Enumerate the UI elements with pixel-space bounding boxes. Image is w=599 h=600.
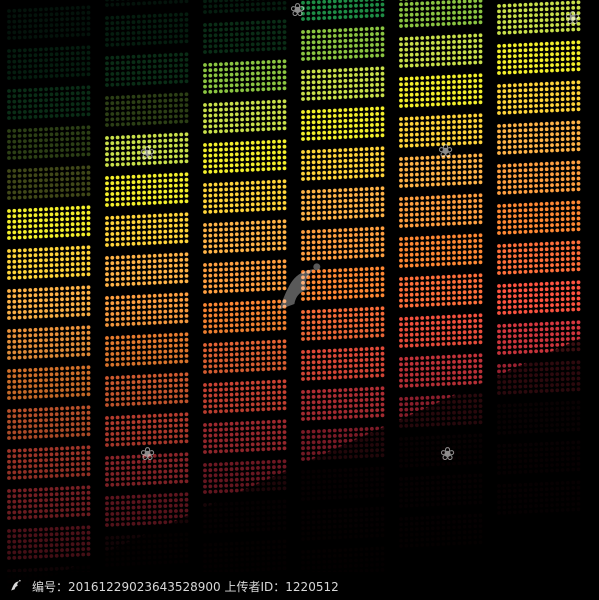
equalizer-tile [203, 19, 287, 54]
equalizer-tile [105, 172, 189, 207]
equalizer-tile [105, 92, 189, 127]
equalizer-tile [497, 120, 581, 155]
phoenix-logo-icon [11, 579, 21, 591]
equalizer-tile [301, 266, 385, 301]
equalizer-tile [105, 252, 189, 287]
equalizer-tile [105, 12, 189, 47]
equalizer-tile [105, 0, 189, 7]
equalizer-tile [301, 66, 385, 101]
equalizer-graphic [0, 0, 599, 600]
equalizer-tile [7, 5, 91, 40]
equalizer-tile [399, 113, 483, 148]
equalizer-tile [497, 80, 581, 115]
equalizer-tile [301, 0, 385, 21]
equalizer-tile [7, 85, 91, 120]
equalizer-scene: ❀ ❀ ❀ ❀ ❀ ❀ 编号：20161229023643528900 上传者I… [0, 0, 599, 600]
watermark-caption-text: 编号：20161229023643528900 上传者ID：1220512 [32, 579, 339, 594]
equalizer-tile [399, 153, 483, 188]
equalizer-tile [203, 0, 287, 14]
equalizer-tile [105, 52, 189, 87]
equalizer-tile [7, 245, 91, 280]
equalizer-tile [203, 99, 287, 134]
equalizer-tile [301, 106, 385, 141]
equalizer-tile [399, 233, 483, 268]
equalizer-tile [203, 139, 287, 174]
equalizer-tile [7, 165, 91, 200]
equalizer-tile [301, 26, 385, 61]
equalizer-tile [399, 0, 483, 28]
equalizer-tile [497, 0, 581, 35]
equalizer-tile [7, 45, 91, 80]
equalizer-tile [301, 146, 385, 181]
equalizer-tile [7, 205, 91, 240]
equalizer-tile [7, 125, 91, 160]
equalizer-tile [399, 33, 483, 68]
equalizer-tile [497, 160, 581, 195]
equalizer-tile [301, 186, 385, 221]
watermark-caption-bar: 编号：20161229023643528900 上传者ID：1220512 [0, 572, 599, 600]
equalizer-tile [203, 259, 287, 294]
equalizer-tile [399, 73, 483, 108]
equalizer-tile [399, 193, 483, 228]
equalizer-tile [203, 219, 287, 254]
equalizer-tile [105, 132, 189, 167]
equalizer-tile [497, 240, 581, 275]
equalizer-tile [301, 226, 385, 261]
equalizer-tile [497, 200, 581, 235]
equalizer-tile [497, 40, 581, 75]
equalizer-tile [105, 212, 189, 247]
equalizer-tile [203, 59, 287, 94]
equalizer-tile [203, 179, 287, 214]
